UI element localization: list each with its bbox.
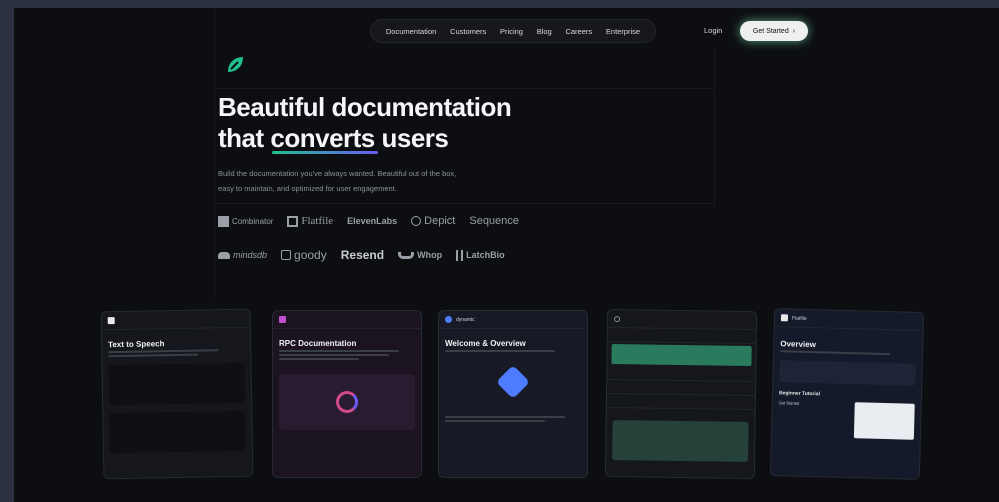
showcase-card-search[interactable] [604,308,758,480]
nav-enterprise[interactable]: Enterprise [606,27,640,36]
customer-logos-row-2: mindsdb goody Resend Whop LatchBio [218,248,505,262]
grid-line [214,8,215,298]
nav-pricing[interactable]: Pricing [500,27,523,36]
whop-icon [398,251,415,259]
flatfile-logo: Flatfile [287,215,333,227]
card-title: RPC Documentation [279,339,357,348]
ycombinator-logo: Combinator [218,215,273,227]
hero-subtitle: Build the documentation you've always wa… [218,166,518,196]
rpc-illustration [279,374,415,430]
browser-viewport: Documentation Customers Pricing Blog Car… [14,8,999,502]
preview-panel [612,420,749,462]
headline-line-2: that converts users [218,123,449,153]
headline-gradient-underline [272,151,378,154]
card-body: Welcome & Overview [439,329,587,422]
code-block [108,362,246,406]
subtitle-line-1: Build the documentation you've always wa… [218,169,457,178]
headline-line-1: Beautiful documentation [218,92,512,122]
card-body: Text to Speech [102,328,252,454]
get-started-button[interactable]: Get Started › [740,21,808,41]
card-title: Text to Speech [108,339,165,350]
card-body: RPC Documentation [273,329,421,430]
customer-logos-row-1: Combinator Flatfile ElevenLabs Depict Se… [218,215,519,227]
login-link[interactable]: Login [704,26,722,35]
icon-cluster-illustration [483,362,543,402]
brand-square-icon [780,314,789,322]
card-body: Overview Beginner Tutorial Get Started [772,327,923,444]
y-square-icon [218,215,229,227]
latchbio-logo: LatchBio [456,249,505,261]
nav-blog[interactable]: Blog [537,27,552,36]
showcase-card-rpc[interactable]: RPC Documentation [272,310,422,478]
goody-logo: goody [281,248,327,262]
card-header: dynamic [439,311,587,329]
grid-line [714,48,715,208]
elevenlabs-logo: ElevenLabs [347,216,398,226]
code-block [109,410,247,454]
hero-headline: Beautiful documentation that converts us… [218,92,512,154]
search-icon [614,315,621,322]
brand-square-icon [107,317,115,325]
sequence-logo: Sequence [469,215,519,227]
card-title: Welcome & Overview [445,339,526,348]
heart-icon [445,316,452,323]
bear-icon [218,251,230,259]
mindsdb-logo: mindsdb [218,250,267,260]
showcase-card-dynamic[interactable]: dynamic Welcome & Overview [438,310,588,478]
card-brand-name: dynamic [456,316,475,323]
whop-logo: Whop [398,250,442,260]
search-results [606,327,756,462]
cube-graphic [496,365,530,399]
chevron-right-icon: › [792,27,796,35]
gift-icon [281,250,292,260]
get-started-label: Get Started [752,27,789,35]
latchbio-icon [456,249,464,261]
mintlify-leaf-logo[interactable] [224,54,246,76]
subtitle-line-2: easy to maintain, and optimized for user… [218,184,397,193]
brand-square-icon [279,316,286,323]
search-result-highlighted[interactable] [611,344,752,366]
showcase-card-text-to-speech[interactable]: Text to Speech [100,308,254,480]
flatfile-icon [287,215,299,227]
get-started-link[interactable]: Get Started [778,400,800,437]
grid-line [214,203,714,204]
ring-graphic [336,391,358,413]
grid-line [214,88,714,89]
card-header [273,311,421,329]
nav-customers[interactable]: Customers [450,27,486,36]
top-nav: Documentation Customers Pricing Blog Car… [370,19,656,43]
nav-documentation[interactable]: Documentation [386,27,436,36]
nav-careers[interactable]: Careers [565,27,592,36]
showcase-card-flatfile[interactable]: Flatfile Overview Beginner Tutorial Get … [769,308,925,480]
card-brand-name: Flatfile [791,315,807,322]
resend-logo: Resend [340,248,385,262]
card-header [607,309,757,331]
depict-circle-icon [411,216,422,226]
depict-logo: Depict [411,215,455,227]
tutorial-screenshot [853,402,915,440]
